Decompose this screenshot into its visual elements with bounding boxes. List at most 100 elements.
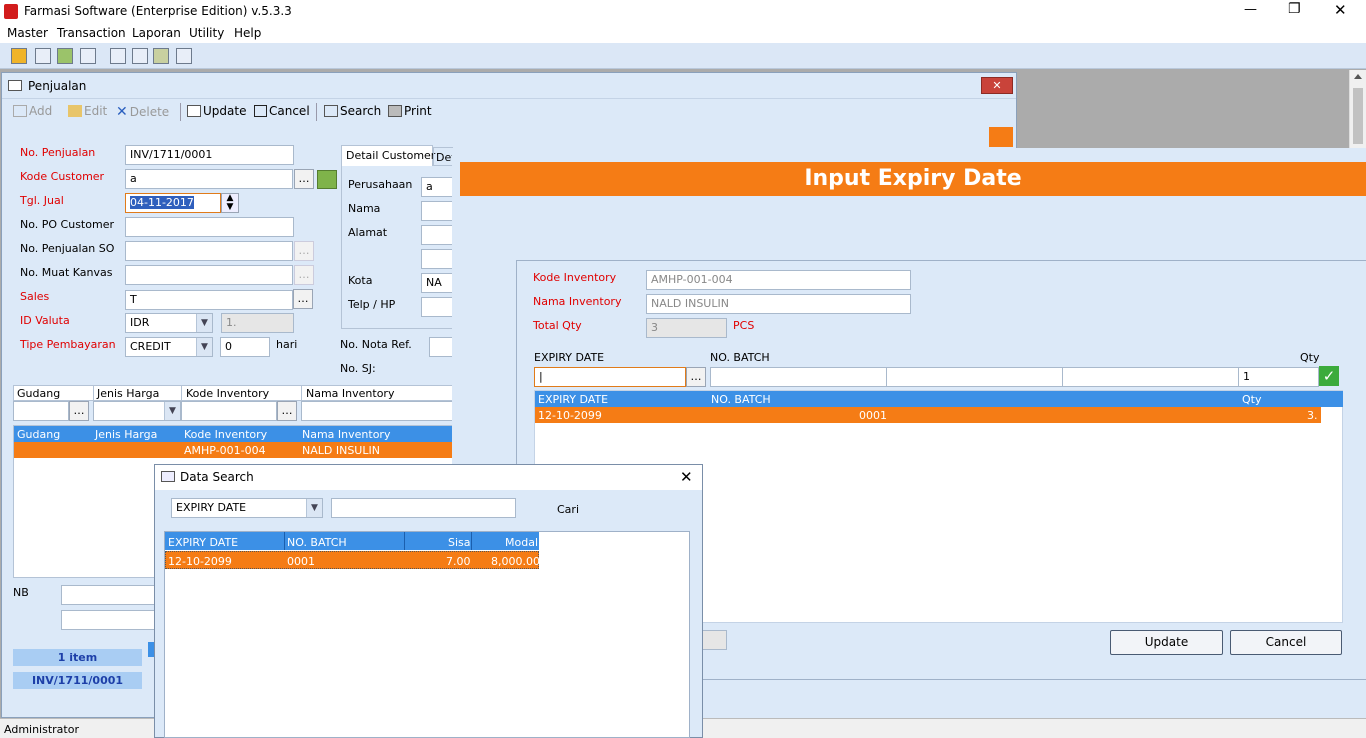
penjualan-close-button[interactable]: ✕ [981,77,1013,94]
alamat-input-2[interactable] [421,249,453,269]
kurs-input[interactable]: 1. [221,313,294,333]
search-header-batch: NO. BATCH [287,536,347,549]
delete-button[interactable]: ✕ Delete [116,104,169,120]
total-qty-input[interactable]: 3 [646,318,727,338]
menu-utility[interactable]: Utility [189,26,224,40]
kode-customer-input[interactable]: a [125,169,293,189]
expiry-date-label: EXPIRY DATE [534,351,605,364]
expiry-grid-header [535,391,1343,407]
expiry-cancel-button[interactable]: Cancel [1230,630,1342,655]
kota-input[interactable]: NA [421,273,453,293]
sales-lookup-button[interactable]: … [293,289,313,309]
minimize-button[interactable]: — [1244,2,1257,17]
customer-add-icon[interactable] [317,170,337,189]
nama-input[interactable] [421,201,453,221]
grid-header-nama-inventory: Nama Inventory [302,428,391,441]
menu-transaction[interactable]: Transaction [57,26,126,40]
close-button[interactable]: ✕ [1334,1,1347,19]
telp-label: Telp / HP [348,298,396,311]
kode-inventory-input[interactable]: AMHP-001-004 [646,270,911,290]
id-valuta-select[interactable]: IDR ▼ [125,313,213,333]
menu-laporan[interactable]: Laporan [132,26,181,40]
add-button[interactable]: Add [13,104,52,118]
data-search-close-button[interactable]: ✕ [680,468,693,486]
window-icon[interactable] [35,48,51,64]
cancel-button[interactable]: Cancel [254,104,310,118]
extra-input-2[interactable] [1062,367,1239,387]
nama-inventory-input[interactable]: NALD INSULIN [646,294,911,314]
nb-input-2[interactable] [61,610,157,630]
nb-label: NB [13,586,29,599]
alamat-input-1[interactable] [421,225,453,245]
car-icon[interactable] [11,48,27,64]
workspace-scrollbar[interactable] [1349,70,1366,150]
edit-button[interactable]: Edit [68,104,107,118]
no-muat-kanvas-lookup-button[interactable]: … [294,265,314,285]
orange-marker [989,127,1013,147]
extra-input-1[interactable] [886,367,1063,387]
scroll-up-icon[interactable] [1354,74,1362,79]
tab-det[interactable]: Det [433,147,453,166]
expiry-bottom-field[interactable] [700,630,727,650]
sales-input[interactable]: T [125,290,293,310]
tipe-pembayaran-label: Tipe Pembayaran [20,338,116,351]
menu-help[interactable]: Help [234,26,261,40]
app-title: Farmasi Software (Enterprise Edition) v.… [24,4,292,18]
no-po-label: No. PO Customer [20,218,114,231]
maximize-button[interactable]: ❐ [1288,1,1301,17]
update-button[interactable]: Update [187,104,246,118]
toolbar-divider [316,103,317,121]
tab-detail-customer[interactable]: Detail Customer [341,145,435,166]
picture-icon[interactable] [57,48,73,64]
jenis-harga-select[interactable]: ▼ [93,401,181,421]
no-po-input[interactable] [125,217,294,237]
search-field-select[interactable]: EXPIRY DATE ▼ [171,498,323,518]
no-sj-label: No. SJ: [340,362,376,375]
cari-label: Cari [557,503,579,516]
filter-header-jenis-harga: Jenis Harga [97,387,160,400]
expiry-row-qty: 3. [1307,409,1318,422]
search-input[interactable] [331,498,516,518]
kota-label: Kota [348,274,373,287]
report-icon[interactable] [176,48,192,64]
no-muat-kanvas-input[interactable] [125,265,293,285]
search-header-expiry: EXPIRY DATE [168,536,239,549]
gudang-filter-input[interactable] [13,401,69,421]
qty-input[interactable]: 1 [1238,367,1319,387]
kode-inventory-lookup-button[interactable]: … [277,401,297,421]
print-button[interactable]: Print [388,104,432,118]
table-row[interactable] [535,407,1321,423]
date-spin-button[interactable]: ▲ ▼ [221,193,239,213]
perusahaan-input[interactable]: a [421,177,453,197]
list-icon[interactable] [110,48,126,64]
hari-input[interactable]: 0 [220,337,270,357]
search-button[interactable]: Search [324,104,381,118]
expiry-title-bar: Input Expiry Date [460,162,1366,196]
book-icon[interactable] [132,48,148,64]
check-icon[interactable]: ✓ [1319,366,1339,386]
no-batch-input[interactable] [710,367,887,387]
no-penjualan-so-lookup-button[interactable]: … [294,241,314,261]
kode-inventory-filter-input[interactable] [181,401,277,421]
scroll-thumb[interactable] [1353,88,1363,144]
kode-customer-lookup-button[interactable]: … [294,169,314,189]
add-icon [13,105,27,117]
menu-master[interactable]: Master [7,26,48,40]
no-penjualan-so-input[interactable] [125,241,293,261]
filter-divider [301,385,302,401]
no-penjualan-input[interactable]: INV/1711/0001 [125,145,294,165]
tgl-jual-input[interactable]: 04-11-2017 [125,193,221,213]
key-icon[interactable] [153,48,169,64]
expiry-date-input[interactable]: | [534,367,686,387]
expiry-update-button[interactable]: Update [1110,630,1223,655]
nb-input-1[interactable] [61,585,157,605]
nama-label: Nama [348,202,381,215]
no-nota-ref-input[interactable] [429,337,453,357]
tipe-pembayaran-select[interactable]: CREDIT ▼ [125,337,213,357]
expiry-date-lookup-button[interactable]: … [686,367,706,387]
telp-input[interactable] [421,297,453,317]
expiry-row-date: 12-10-2099 [538,409,602,422]
phone-icon[interactable] [80,48,96,64]
nama-inventory-filter-input[interactable] [301,401,453,421]
gudang-lookup-button[interactable]: … [69,401,89,421]
